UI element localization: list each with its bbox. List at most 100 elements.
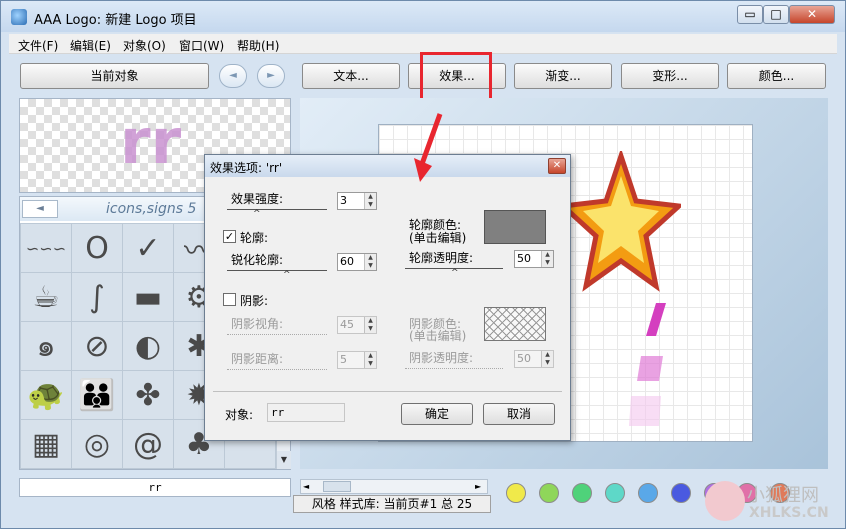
shadow-angle-label: 阴影视角: bbox=[231, 317, 284, 331]
object-name-field[interactable]: rr bbox=[19, 478, 291, 497]
spinner-arrows-icon[interactable]: ▲ ▼ bbox=[364, 317, 376, 333]
sharpen-outline-spinner[interactable]: 60 ▲ ▼ bbox=[337, 253, 377, 271]
palette-color-swatch[interactable] bbox=[605, 483, 625, 503]
arrow-left-icon: ◄ bbox=[229, 70, 237, 81]
shadow-checkbox[interactable] bbox=[223, 293, 236, 306]
gallery-icon-spiral[interactable]: ๑ bbox=[21, 322, 71, 370]
gallery-icon-target[interactable]: ◎ bbox=[72, 420, 122, 468]
ok-button[interactable]: 确定 bbox=[401, 403, 473, 425]
spinner-arrows-icon[interactable]: ▲ ▼ bbox=[541, 251, 553, 267]
shadow-angle-slider[interactable] bbox=[227, 334, 327, 335]
shadow-distance-spinner[interactable]: 5 ▲ ▼ bbox=[337, 351, 377, 369]
gallery-icon-family[interactable]: 👪 bbox=[72, 371, 122, 419]
outline-label: 轮廓: bbox=[240, 231, 269, 245]
shadow-opacity-value: 50 bbox=[517, 352, 531, 365]
shadow-angle-value: 45 bbox=[340, 318, 354, 331]
gallery-prev-button[interactable]: ◄ bbox=[22, 200, 58, 218]
palette-color-swatch[interactable] bbox=[572, 483, 592, 503]
effect-strength-slider[interactable] bbox=[227, 209, 327, 210]
dialog-close-button[interactable]: ✕ bbox=[548, 158, 566, 174]
outline-checkbox[interactable]: ✓ bbox=[223, 230, 236, 243]
star-graphic[interactable] bbox=[561, 151, 681, 301]
gallery-icon-cup[interactable]: ▬ bbox=[123, 273, 173, 321]
effect-highlight-box bbox=[420, 52, 492, 102]
shadow-distance-slider[interactable] bbox=[227, 369, 327, 370]
outline-opacity-thumb[interactable]: ^ bbox=[451, 268, 459, 278]
effect-strength-thumb[interactable]: ^ bbox=[253, 209, 261, 219]
close-button[interactable]: ✕ bbox=[789, 5, 835, 24]
menu-help[interactable]: 帮助(H) bbox=[237, 37, 279, 54]
menu-edit[interactable]: 编辑(E) bbox=[70, 37, 111, 54]
color-button[interactable]: 颜色... bbox=[727, 63, 826, 89]
status-bar: 风格 样式库: 当前页#1 总 25 bbox=[293, 495, 491, 513]
next-object-button[interactable]: ► bbox=[257, 64, 285, 88]
gallery-icon-ring[interactable]: Ο bbox=[72, 224, 122, 272]
exclamation-graphic[interactable] bbox=[601, 301, 681, 431]
gallery-icon-calculator[interactable]: ▦ bbox=[21, 420, 71, 468]
prev-object-button[interactable]: ◄ bbox=[219, 64, 247, 88]
transform-button[interactable]: 变形... bbox=[621, 63, 719, 89]
effect-options-dialog: 效果选项: 'rr' ✕ 效果强度: ^ 3 ▲ ▼ ✓ 轮廓: 锐化轮廓: ^ 6… bbox=[204, 154, 571, 441]
gallery-icon-flower[interactable]: ✤ bbox=[123, 371, 173, 419]
palette-color-swatch[interactable] bbox=[671, 483, 691, 503]
arrow-left-icon: ◄ bbox=[36, 203, 44, 214]
effect-strength-spinner[interactable]: 3 ▲ ▼ bbox=[337, 192, 377, 210]
gallery-icon-waves[interactable]: ∽∽∽ bbox=[21, 224, 71, 272]
shadow-angle-spinner[interactable]: 45 ▲ ▼ bbox=[337, 316, 377, 334]
gallery-icon-s-curve[interactable]: ∫ bbox=[72, 273, 122, 321]
dialog-title: 效果选项: 'rr' bbox=[210, 161, 283, 175]
sharpen-outline-thumb[interactable]: ^ bbox=[283, 270, 291, 280]
gallery-icon-coffee[interactable]: ☕ bbox=[21, 273, 71, 321]
watermark: 小狐狸网 XHLKS.CN bbox=[705, 479, 845, 529]
shadow-color-hint: (单击编辑) bbox=[409, 329, 467, 343]
arrow-right-icon: ► bbox=[267, 70, 275, 81]
gallery-icon-no-smoking[interactable]: ⊘ bbox=[72, 322, 122, 370]
palette-color-swatch[interactable] bbox=[539, 483, 559, 503]
object-label: 对象: bbox=[225, 408, 254, 422]
menu-object[interactable]: 对象(O) bbox=[123, 37, 166, 54]
spinner-arrows-icon[interactable]: ▲ ▼ bbox=[364, 254, 376, 270]
gallery-icon-swirl[interactable]: @ bbox=[123, 420, 173, 468]
sharpen-outline-value: 60 bbox=[340, 255, 354, 268]
spinner-arrows-icon[interactable]: ▲ ▼ bbox=[364, 352, 376, 368]
outline-opacity-spinner[interactable]: 50 ▲ ▼ bbox=[514, 250, 554, 268]
palette-color-swatch[interactable] bbox=[638, 483, 658, 503]
dialog-separator bbox=[213, 391, 562, 392]
red-arrow-annotation bbox=[414, 113, 443, 182]
scroll-thumb[interactable] bbox=[323, 481, 351, 492]
shadow-distance-label: 阴影距离: bbox=[231, 352, 284, 366]
menu-window[interactable]: 窗口(W) bbox=[179, 37, 224, 54]
effect-strength-value: 3 bbox=[340, 194, 347, 207]
text-button[interactable]: 文本... bbox=[302, 63, 400, 89]
outline-opacity-label: 轮廓透明度: bbox=[409, 251, 474, 265]
scroll-right-icon[interactable]: ► bbox=[475, 481, 485, 492]
cancel-button[interactable]: 取消 bbox=[483, 403, 555, 425]
minimize-button[interactable]: ▭ bbox=[737, 5, 763, 24]
sharpen-outline-label: 锐化轮廓: bbox=[231, 253, 284, 267]
shadow-opacity-label: 阴影透明度: bbox=[409, 351, 474, 365]
scroll-left-icon[interactable]: ◄ bbox=[303, 481, 313, 492]
gallery-icon-turtle[interactable]: 🐢 bbox=[21, 371, 71, 419]
fox-logo-icon bbox=[705, 481, 745, 521]
gallery-icon-swoosh[interactable]: ✓ bbox=[123, 224, 173, 272]
canvas-h-scrollbar[interactable]: ◄ ► bbox=[300, 479, 488, 494]
shadow-label: 阴影: bbox=[240, 294, 269, 308]
object-field[interactable]: rr bbox=[267, 403, 345, 422]
shadow-color-swatch[interactable] bbox=[484, 307, 546, 341]
shadow-opacity-spinner[interactable]: 50 ▲ ▼ bbox=[514, 350, 554, 368]
scroll-down-icon[interactable]: ▼ bbox=[277, 451, 291, 469]
menu-file[interactable]: 文件(F) bbox=[18, 37, 58, 54]
close-icon: ✕ bbox=[552, 160, 562, 171]
outline-color-swatch[interactable] bbox=[484, 210, 546, 244]
current-object-button[interactable]: 当前对象 bbox=[20, 63, 209, 89]
spinner-arrows-icon[interactable]: ▲ ▼ bbox=[541, 351, 553, 367]
gallery-icon-moon-face[interactable]: ◐ bbox=[123, 322, 173, 370]
sharpen-outline-slider[interactable] bbox=[227, 270, 327, 271]
maximize-button[interactable]: □ bbox=[763, 5, 789, 24]
shadow-distance-value: 5 bbox=[340, 353, 347, 366]
gradient-button[interactable]: 渐变... bbox=[514, 63, 612, 89]
spinner-arrows-icon[interactable]: ▲ ▼ bbox=[364, 193, 376, 209]
palette-color-swatch[interactable] bbox=[506, 483, 526, 503]
shadow-opacity-slider[interactable] bbox=[405, 368, 503, 369]
outline-opacity-value: 50 bbox=[517, 252, 531, 265]
